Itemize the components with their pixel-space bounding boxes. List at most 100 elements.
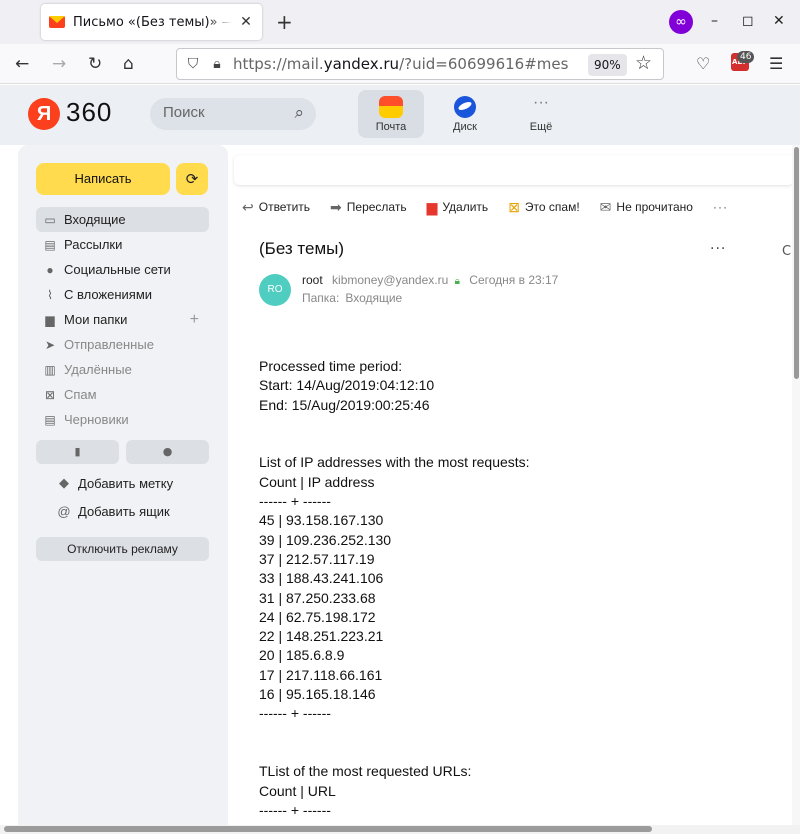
unread-filter-button[interactable]: ●: [126, 440, 209, 464]
folder-label: Социальные сети: [64, 262, 171, 277]
message-toolbar: ↩ Ответить ➡ Переслать ▆ Удалить ⊠ Это спам!…: [242, 197, 748, 217]
bookmark-filter-button[interactable]: ▮: [36, 440, 119, 464]
mark-unread-button[interactable]: ✉ Не прочитано: [600, 199, 693, 216]
message-subject: (Без темы): [259, 239, 345, 258]
app-disk-label: Диск: [453, 121, 477, 133]
search-input[interactable]: [163, 104, 283, 121]
sender-line: root kibmoney@yandex.ru 🔒︎ Сегодня в 23:…: [302, 273, 558, 287]
spam-button[interactable]: ⊠ Это спам!: [508, 199, 579, 216]
sender-email[interactable]: kibmoney@yandex.ru: [332, 273, 448, 287]
folder-label: Отправленные: [64, 337, 154, 352]
folder-label: Черновики: [64, 412, 129, 427]
forward-label: Переслать: [346, 200, 407, 214]
horizontal-scrollbar[interactable]: [0, 825, 800, 834]
url-text[interactable]: https://mail.yandex.ru/?uid=60699616#mes…: [233, 55, 568, 73]
folder-attachments[interactable]: ⌇ С вложениями: [36, 282, 209, 307]
envelope-icon: ✉: [599, 198, 612, 215]
folder-line-name[interactable]: Входящие: [345, 291, 402, 305]
zoom-level[interactable]: 90%: [588, 54, 627, 76]
add-label-link[interactable]: ◆ Добавить метку: [56, 475, 173, 491]
add-folder-icon[interactable]: +: [190, 311, 199, 329]
delete-label: Удалить: [442, 200, 489, 214]
shield-icon[interactable]: ⛉: [185, 56, 201, 72]
refresh-button[interactable]: ⟳: [176, 163, 208, 195]
lock-icon[interactable]: 🔒︎: [209, 56, 225, 72]
tab-title: Письмо «(Без темы)» — почта: [73, 14, 232, 30]
browser-tab-bar: Письмо «(Без темы)» — почта ✕ + ∞ – ◻ ✕: [0, 0, 800, 44]
message-date: Сегодня в 23:17: [469, 273, 559, 287]
horizontal-scroll-thumb[interactable]: [4, 826, 652, 832]
reload-icon[interactable]: ↻: [88, 54, 102, 74]
reply-label: Ответить: [258, 200, 311, 214]
app-disk[interactable]: Диск: [432, 90, 498, 138]
back-icon[interactable]: ←: [15, 54, 29, 74]
folder-label: Удалённые: [64, 362, 132, 377]
disable-ads-button[interactable]: Отключить рекламу: [36, 537, 209, 561]
avatar[interactable]: RO: [259, 274, 291, 306]
star-icon[interactable]: ☆: [635, 52, 652, 74]
sidebar: Написать ⟳ ▭ Входящие ▤ Рассылки ● Социальн…: [18, 145, 228, 825]
sender-name[interactable]: root: [302, 273, 323, 287]
home-icon[interactable]: ⌂: [123, 54, 134, 74]
new-tab-button[interactable]: +: [276, 12, 293, 32]
folder-my-folders[interactable]: ▆ Мои папки +: [36, 307, 209, 332]
add-label-text: Добавить метку: [78, 475, 174, 491]
forward-arrow-icon: ➡: [330, 198, 342, 215]
folder-label: Мои папки: [64, 312, 128, 327]
browser-tab[interactable]: Письмо «(Без темы)» — почта ✕: [41, 4, 262, 40]
close-window-button[interactable]: ✕: [773, 12, 785, 30]
folder-label: Входящие: [64, 212, 126, 227]
add-mailbox-link[interactable]: @ Добавить ящик: [56, 504, 169, 519]
search-box[interactable]: ⌕: [150, 98, 316, 130]
pocket-icon[interactable]: ♡: [696, 54, 710, 74]
folder-inbox[interactable]: ▭ Входящие: [36, 207, 209, 232]
message-body: Processed time period: Start: 14/Aug/201…: [259, 358, 530, 818]
forward-button[interactable]: ➡ Переслать: [330, 199, 407, 216]
search-icon[interactable]: ⌕: [294, 103, 304, 123]
trash-icon: ▆: [426, 198, 438, 215]
vertical-scrollbar[interactable]: [792, 145, 800, 825]
folder-list: ▭ Входящие ▤ Рассылки ● Социальные сети ⌇ С …: [36, 207, 209, 432]
url-bar[interactable]: ⛉ 🔒︎ https://mail.yandex.ru/?uid=6069961…: [176, 48, 664, 80]
folder-social[interactable]: ● Социальные сети: [36, 257, 209, 282]
logo-360[interactable]: 360: [66, 97, 112, 128]
unread-label: Не прочитано: [616, 200, 693, 214]
bookmark-icon: ▮: [74, 445, 81, 458]
paperclip-icon: ⌇: [47, 287, 53, 302]
more-dots-icon: ···: [533, 94, 549, 111]
spam-icon: ⊠: [44, 387, 56, 402]
folder-spam[interactable]: ⊠ Спам: [36, 382, 209, 407]
yandex-mail-favicon: [49, 16, 65, 28]
chat-bubbles-icon: ●: [46, 262, 54, 277]
close-tab-icon[interactable]: ✕: [238, 14, 254, 30]
more-icon: ···: [712, 200, 728, 214]
message-more-button[interactable]: ···: [710, 241, 726, 257]
folder-deleted[interactable]: ▥ Удалённые: [36, 357, 209, 382]
folder-label: Рассылки: [64, 237, 123, 252]
inbox-icon: ▭: [44, 212, 56, 227]
folder-label: Спам: [64, 387, 97, 402]
yandex-logo[interactable]: Я: [28, 98, 60, 130]
folder-drafts[interactable]: ▤ Черновики: [36, 407, 209, 432]
reply-button[interactable]: ↩ Ответить: [242, 199, 310, 216]
delete-button[interactable]: ▆ Удалить: [427, 199, 489, 216]
truncated-edge-text: С: [782, 244, 792, 259]
vertical-scroll-thumb[interactable]: [794, 147, 799, 379]
folder-newsletters[interactable]: ▤ Рассылки: [36, 232, 209, 257]
menu-icon[interactable]: ☰: [769, 54, 783, 74]
folder-icon: ▆: [45, 312, 55, 327]
spam-icon: ⊠: [508, 198, 520, 215]
newsletters-icon: ▤: [44, 237, 56, 252]
forward-icon[interactable]: →: [52, 54, 66, 74]
more-actions-button[interactable]: ···: [713, 200, 728, 214]
reply-icon: ↩: [242, 198, 254, 215]
drafts-icon: ▤: [44, 412, 56, 427]
compose-button[interactable]: Написать: [36, 163, 170, 195]
app-mail[interactable]: Почта: [358, 90, 424, 138]
maximize-button[interactable]: ◻: [742, 12, 754, 30]
app-more[interactable]: ··· Ещё: [508, 90, 574, 138]
app-header: Я 360 ⌕ Почта Диск ··· Ещё: [0, 85, 800, 145]
minimize-button[interactable]: –: [711, 12, 718, 30]
refresh-icon: ⟳: [185, 170, 199, 188]
folder-sent[interactable]: ➤ Отправленные: [36, 332, 209, 357]
